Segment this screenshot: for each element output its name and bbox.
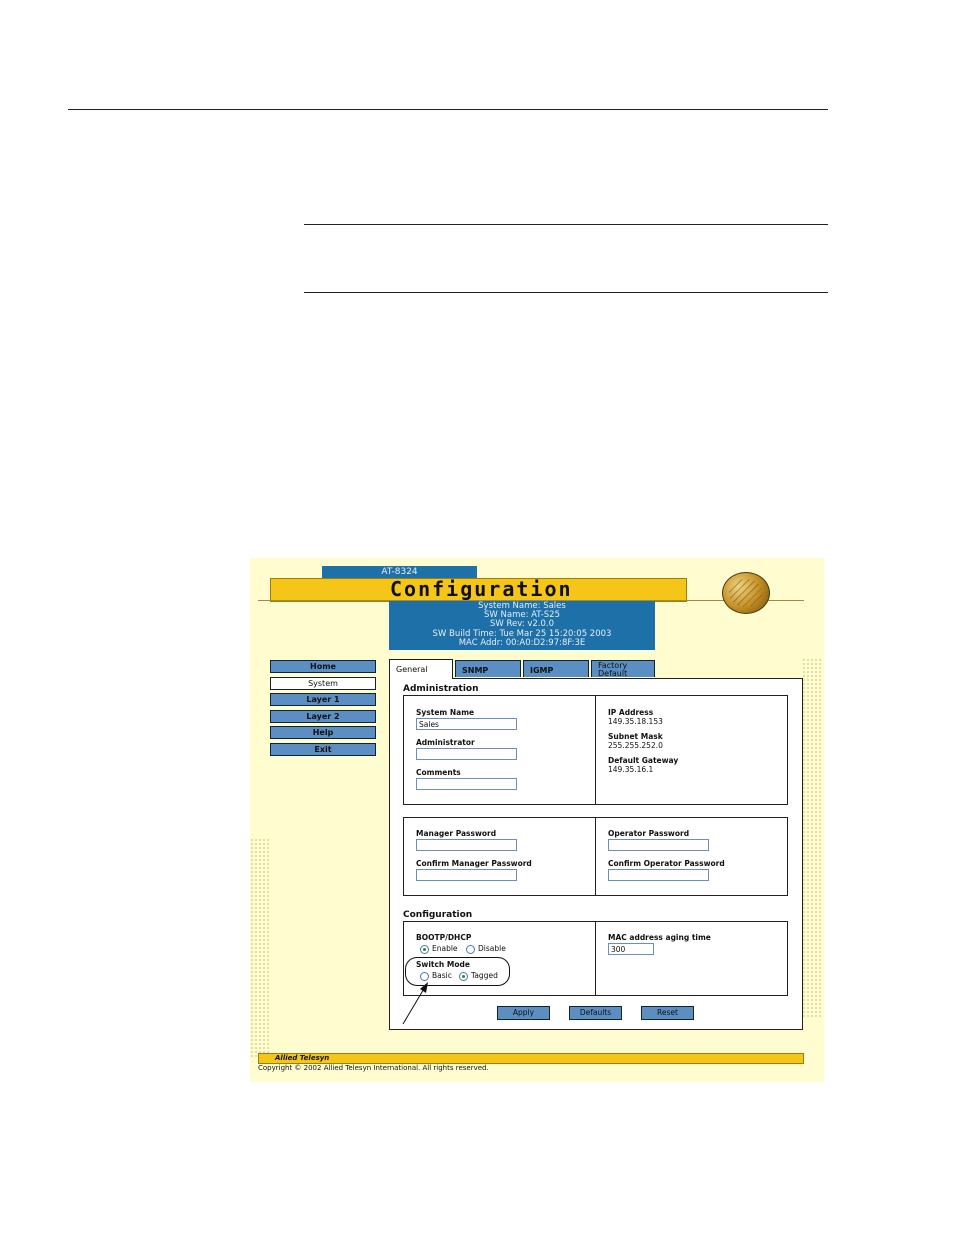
password-divider — [595, 818, 596, 895]
subnet-mask-label: Subnet Mask — [608, 732, 663, 741]
tab-factory-default[interactable]: Factory Default — [591, 660, 655, 678]
configuration-heading: Configuration — [403, 910, 473, 920]
confirm-manager-password-input[interactable] — [416, 869, 517, 881]
manager-password-input[interactable] — [416, 839, 517, 851]
nav-help[interactable]: Help — [270, 726, 376, 739]
manager-password-label: Manager Password — [416, 829, 497, 838]
switch-mode-tagged-radio[interactable] — [459, 972, 468, 981]
switch-mode-basic-radio[interactable] — [420, 972, 429, 981]
confirm-operator-password-input[interactable] — [608, 869, 709, 881]
brand-logo: Allied Telesyn — [275, 1054, 330, 1062]
confirm-operator-password-label: Confirm Operator Password — [608, 859, 725, 868]
nav-layer-1[interactable]: Layer 1 — [270, 693, 376, 706]
comments-label: Comments — [416, 768, 461, 777]
tab-factory-default-line2: Default — [598, 669, 628, 678]
switch-mode-label: Switch Mode — [416, 960, 470, 969]
reset-button[interactable]: Reset — [641, 1006, 694, 1020]
bootp-enable-label: Enable — [432, 944, 458, 953]
tab-general[interactable]: General — [389, 659, 453, 679]
administration-divider — [595, 696, 596, 804]
footer-bar — [258, 1053, 804, 1064]
mac-aging-input[interactable]: 300 — [608, 943, 654, 955]
system-name-label: System Name — [416, 708, 475, 717]
bootp-disable-radio[interactable] — [466, 945, 475, 954]
administrator-label: Administrator — [416, 738, 475, 747]
switch-mode-tagged-label: Tagged — [471, 971, 498, 980]
nav-exit[interactable]: Exit — [270, 743, 376, 756]
system-info-mac: MAC Addr: 00:A0:D2:97:8F:3E — [458, 637, 586, 648]
page-title: Configuration — [390, 577, 573, 601]
annotation-arrow-icon — [402, 982, 428, 1025]
nav-system[interactable]: System — [270, 677, 376, 690]
configuration-divider — [595, 922, 596, 995]
tab-snmp[interactable]: SNMP — [455, 660, 521, 677]
confirm-manager-password-label: Confirm Manager Password — [416, 859, 532, 868]
configuration-screenshot: AT-8324 Configuration System Name: Sales… — [250, 558, 824, 1082]
system-info-panel: System Name: Sales SW Name: AT-S25 SW Re… — [389, 601, 655, 650]
bootp-dhcp-label: BOOTP/DHCP — [416, 933, 472, 942]
note-bottom-rule — [304, 292, 828, 293]
default-gateway-label: Default Gateway — [608, 756, 679, 765]
page-header-rule — [68, 109, 828, 110]
administration-heading: Administration — [403, 684, 479, 694]
mac-aging-label: MAC address aging time — [608, 933, 711, 942]
tab-igmp[interactable]: IGMP — [523, 660, 589, 677]
bootp-disable-label: Disable — [478, 944, 506, 953]
operator-password-label: Operator Password — [608, 829, 690, 838]
background-pattern-left — [250, 838, 270, 1058]
nav-home[interactable]: Home — [270, 660, 376, 673]
nav-layer-2[interactable]: Layer 2 — [270, 710, 376, 723]
background-pattern-right — [802, 658, 822, 1018]
ip-address-label: IP Address — [608, 708, 654, 717]
bootp-enable-radio[interactable] — [420, 945, 429, 954]
administrator-input[interactable] — [416, 748, 517, 760]
system-name-input[interactable]: Sales — [416, 718, 517, 730]
apply-button[interactable]: Apply — [497, 1006, 550, 1020]
switch-mode-basic-label: Basic — [432, 971, 452, 980]
comments-input[interactable] — [416, 778, 517, 790]
globe-logo-icon — [722, 572, 770, 614]
operator-password-input[interactable] — [608, 839, 709, 851]
copyright-text: Copyright © 2002 Allied Telesyn Internat… — [258, 1064, 489, 1072]
ip-address-value: 149.35.18.153 — [608, 717, 663, 726]
subnet-mask-value: 255.255.252.0 — [608, 741, 663, 750]
default-gateway-value: 149.35.16.1 — [608, 765, 654, 774]
defaults-button[interactable]: Defaults — [569, 1006, 622, 1020]
note-top-rule — [304, 224, 828, 225]
